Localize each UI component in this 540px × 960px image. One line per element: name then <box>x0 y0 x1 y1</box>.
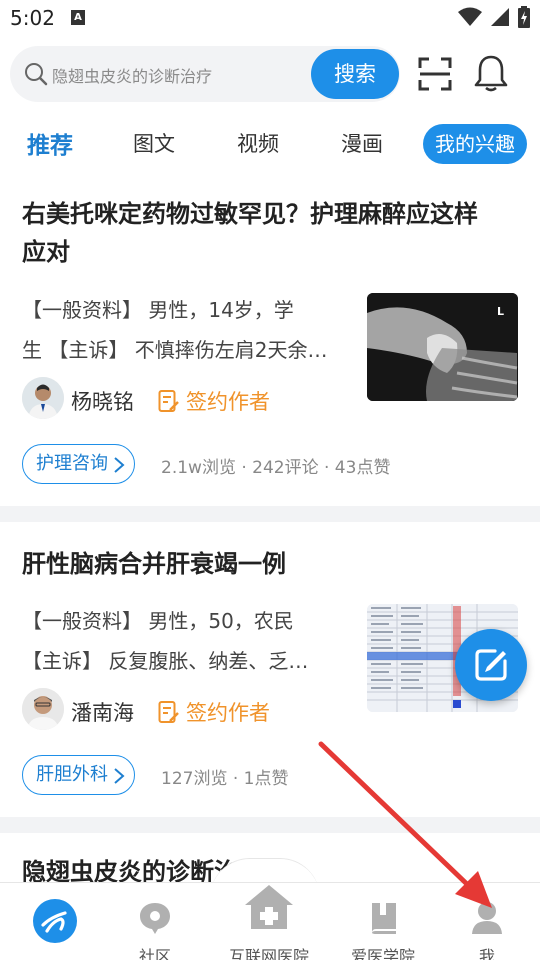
xray-marker-label: L <box>497 305 504 318</box>
home-logo-icon <box>33 899 77 943</box>
status-bar: 5:02 A <box>0 0 540 36</box>
user-icon <box>472 902 502 934</box>
hospital-icon <box>245 885 293 929</box>
topic-tag[interactable]: 护理咨询 <box>22 444 135 484</box>
community-icon <box>140 903 170 934</box>
search-placeholder: 隐翅虫皮炎的诊断治疗 <box>52 67 213 86</box>
article-stats: 2.1w浏览 · 242评论 · 43点赞 <box>161 458 391 478</box>
article-excerpt: 【一般资料】 男性，50，农民 【主诉】 反复腹胀、纳差、乏… <box>22 609 309 673</box>
bell-icon[interactable] <box>474 54 508 92</box>
chevron-right-icon <box>114 768 125 784</box>
tab-recommend[interactable]: 推荐 <box>27 126 73 160</box>
book-icon <box>372 903 396 934</box>
scan-icon[interactable] <box>418 57 452 91</box>
signed-author-icon <box>158 390 179 412</box>
section-divider <box>0 817 540 833</box>
signed-author-badge: 签约作者 <box>158 697 270 727</box>
signed-author-label: 签约作者 <box>186 390 270 414</box>
author-name[interactable]: 潘南海 <box>71 697 134 727</box>
tab-video[interactable]: 视频 <box>237 128 279 158</box>
signal-icon <box>491 8 509 26</box>
tab-image-text[interactable]: 图文 <box>133 128 175 158</box>
system-icons <box>458 6 530 28</box>
article-title: 右美托咪定药物过敏罕见？护理麻醉应这样 应对 <box>22 200 478 266</box>
avatar[interactable] <box>22 377 64 419</box>
article-title: 肝性脑病合并肝衰竭一例 <box>22 550 286 578</box>
search-icon <box>25 63 48 86</box>
avatar[interactable] <box>22 688 64 730</box>
chevron-right-icon <box>114 457 125 473</box>
article-thumbnail: L <box>367 293 518 401</box>
signed-author-label: 签约作者 <box>186 701 270 725</box>
category-tabs: 推荐 图文 视频 漫画 我的兴趣 <box>0 120 540 170</box>
author-name[interactable]: 杨晓铭 <box>71 386 134 416</box>
search-button[interactable]: 搜索 <box>311 49 399 99</box>
edit-icon <box>475 649 507 681</box>
tab-my-interests[interactable]: 我的兴趣 <box>423 124 527 164</box>
compose-button[interactable] <box>455 629 527 701</box>
tab-comics[interactable]: 漫画 <box>341 128 383 158</box>
sim-indicator-icon: A <box>71 10 85 25</box>
wifi-icon <box>458 7 482 26</box>
xray-image: L <box>367 293 518 401</box>
article-stats: 127浏览 · 1点赞 <box>161 769 289 789</box>
section-divider <box>0 506 540 522</box>
status-time: 5:02 <box>10 6 55 30</box>
signed-author-icon <box>158 701 179 723</box>
battery-icon <box>518 6 530 28</box>
bottom-nav: 社区 互联网医院 爱医学院 我 <box>0 882 540 960</box>
topic-tag[interactable]: 肝胆外科 <box>22 755 135 795</box>
signed-author-badge: 签约作者 <box>158 386 270 416</box>
article-excerpt: 【一般资料】 男性，14岁，学 生 【主诉】 不慎摔伤左肩2天余… <box>22 298 328 362</box>
